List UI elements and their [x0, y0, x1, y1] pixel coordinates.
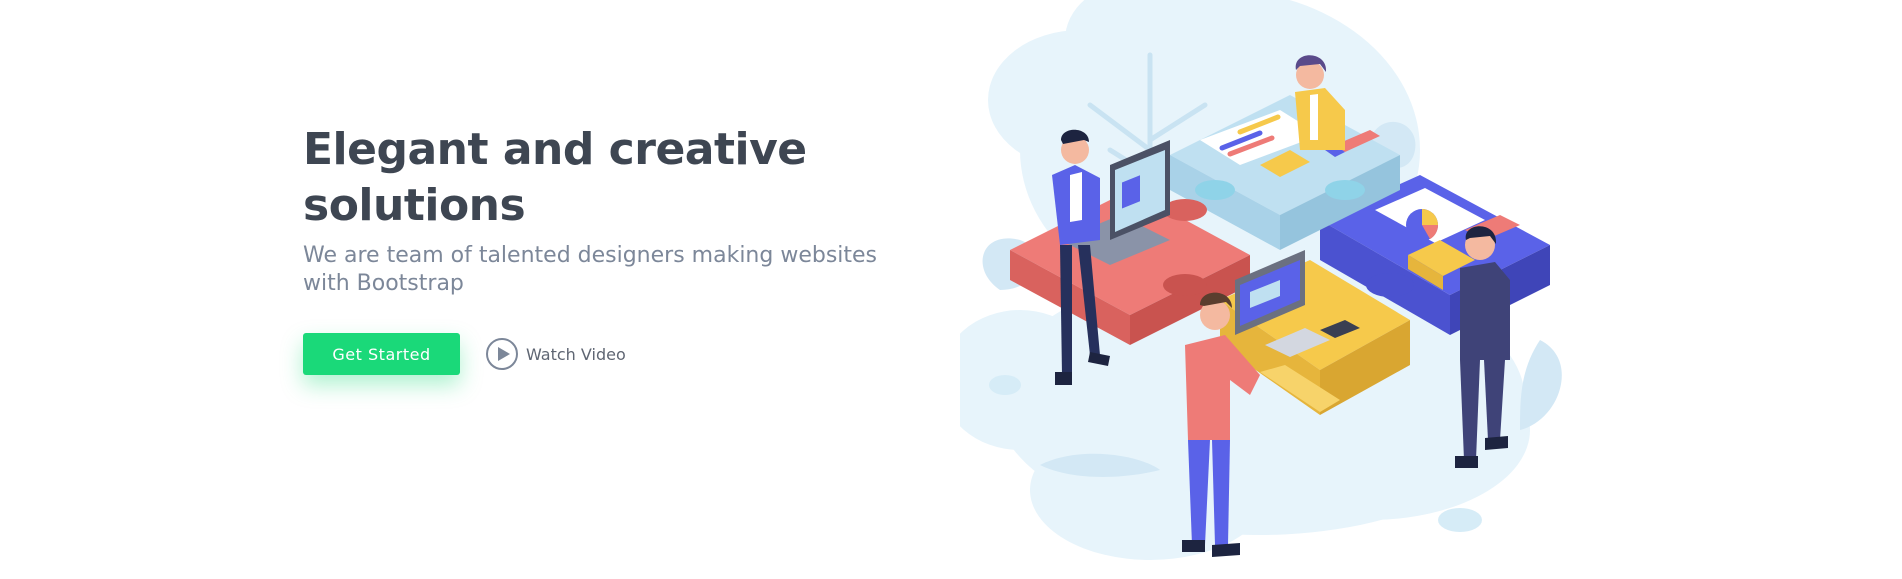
hero-subtitle: We are team of talented designers making…	[303, 242, 923, 298]
play-icon[interactable]	[486, 338, 518, 370]
hero-title-line: Elegant and creative	[303, 124, 807, 175]
hero-title: Elegant and creative solutions	[303, 122, 923, 234]
hero-section: Elegant and creative solutions We are te…	[0, 0, 1902, 579]
hero-subtitle-line: We are team of talented designers making…	[303, 243, 878, 268]
watch-video-label[interactable]: Watch Video	[526, 345, 626, 364]
hero-title-line: solutions	[303, 180, 526, 231]
hero-illustration	[960, 0, 1562, 560]
hero-subtitle-line: with Bootstrap	[303, 271, 464, 296]
hero-actions: Get Started Watch Video	[303, 333, 626, 375]
get-started-button[interactable]: Get Started	[303, 333, 460, 375]
watch-video-link[interactable]: Watch Video	[486, 338, 626, 370]
hero-text-block: Elegant and creative solutions We are te…	[303, 122, 923, 298]
